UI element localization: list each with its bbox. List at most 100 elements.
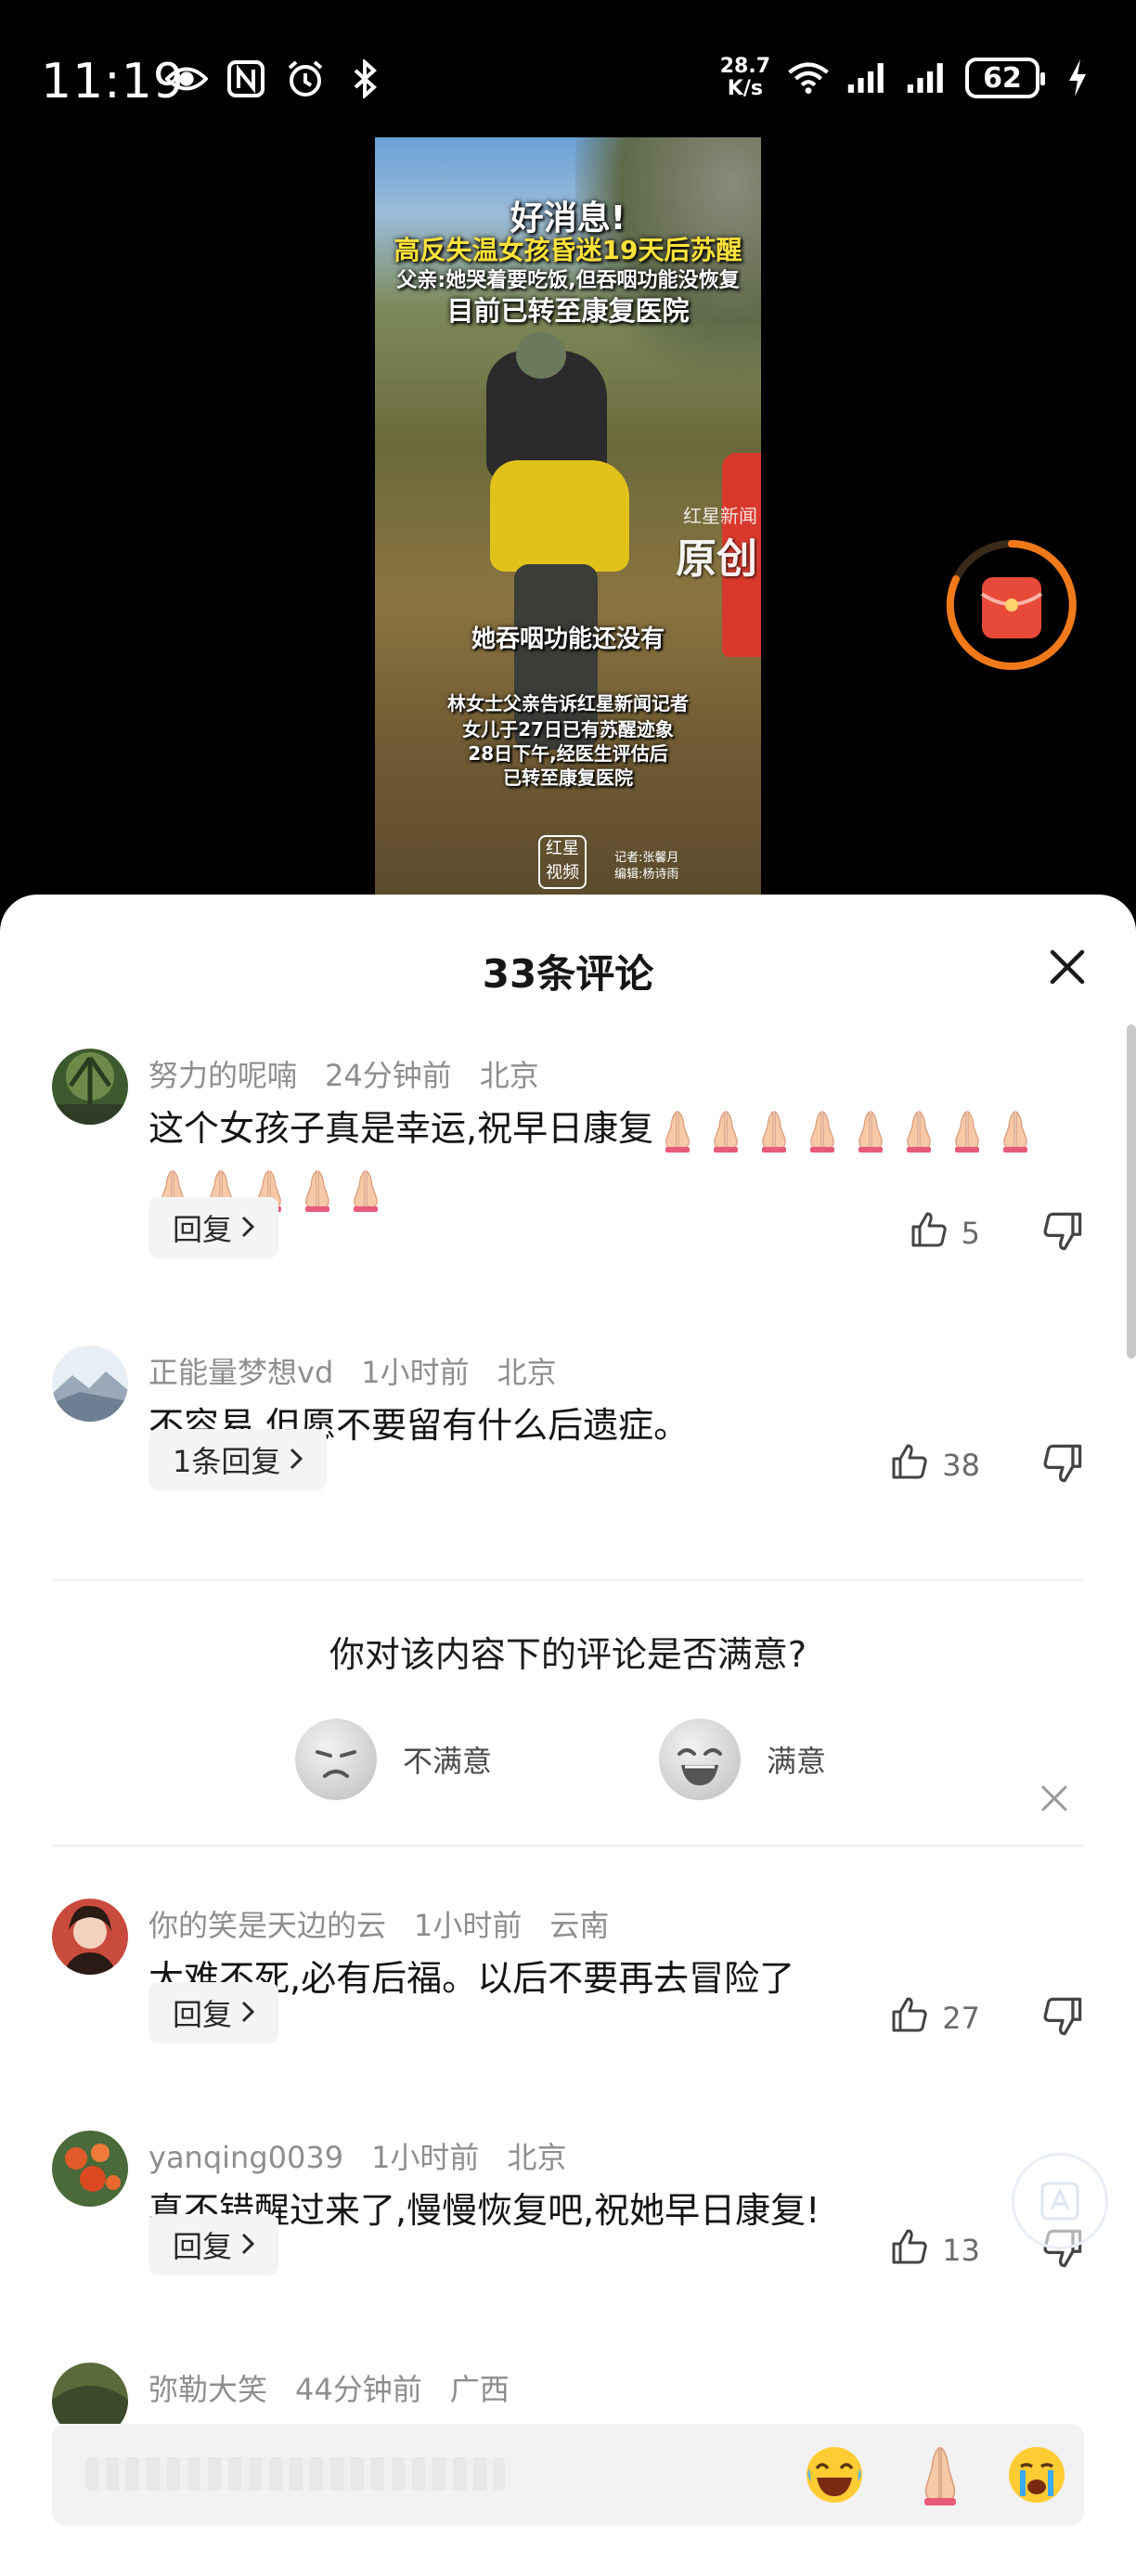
video-figure-pants bbox=[490, 460, 629, 572]
thumbs-down-icon[interactable] bbox=[1041, 1995, 1084, 2038]
pray-emoji-icon bbox=[944, 1108, 990, 1154]
video-subtitle: 她吞咽功能还没有 bbox=[471, 625, 665, 653]
status-icons-left bbox=[165, 58, 386, 100]
pray-emoji-icon bbox=[703, 1108, 749, 1154]
satisfied-face-icon bbox=[659, 1719, 741, 1800]
thumbs-up-icon bbox=[910, 1210, 949, 1256]
comment-username[interactable]: yanqing0039 bbox=[148, 2140, 343, 2175]
video-caption-2: 女儿于27日已有苏醒迹象 bbox=[462, 718, 674, 741]
reply-button[interactable]: 回复 bbox=[148, 1197, 279, 1258]
reply-label: 回复 bbox=[173, 2229, 233, 2264]
reply-button[interactable]: 回复 bbox=[148, 2214, 279, 2275]
avatar[interactable] bbox=[52, 1346, 128, 1422]
signal-icon-2 bbox=[906, 57, 949, 99]
divider bbox=[52, 1579, 1084, 1581]
comment-username[interactable]: 正能量梦想vd bbox=[148, 1355, 333, 1390]
like-button[interactable]: 38 bbox=[890, 1442, 980, 1488]
thumbs-up-icon bbox=[890, 1995, 929, 2041]
pray-emoji-icon bbox=[294, 1167, 341, 1214]
video-watermark-brand: 红星新闻 bbox=[683, 505, 757, 527]
comment-input-bar[interactable] bbox=[52, 2424, 1084, 2526]
like-count: 38 bbox=[942, 1448, 980, 1483]
charging-icon bbox=[1056, 57, 1099, 99]
status-icons-right: 28.7 K/s 62 bbox=[720, 56, 1099, 100]
survey-option-satisfied[interactable]: 满意 bbox=[659, 1719, 826, 1800]
avatar[interactable] bbox=[52, 1049, 128, 1125]
comment-location: 云南 bbox=[549, 1908, 610, 1943]
video-caption-4: 已转至康复医院 bbox=[503, 766, 633, 789]
avatar[interactable] bbox=[52, 2131, 128, 2207]
reply-button[interactable]: 回复 bbox=[148, 1982, 279, 2043]
scrollbar[interactable] bbox=[1127, 1024, 1136, 1359]
red-packet-timer-button[interactable] bbox=[943, 536, 1080, 674]
comment-time: 1小时前 bbox=[361, 1355, 470, 1390]
like-count: 13 bbox=[942, 2233, 980, 2268]
laughing-emoji-icon[interactable] bbox=[800, 2441, 869, 2509]
comment-meta: 正能量梦想vd 1小时前 北京 bbox=[148, 1349, 585, 1392]
translate-float-button[interactable] bbox=[1012, 2153, 1108, 2249]
comment-item: 弥勒大笑 44分钟前 广西 bbox=[0, 2363, 1136, 2424]
thumbs-down-icon[interactable] bbox=[1041, 1442, 1084, 1485]
wifi-icon bbox=[787, 57, 830, 99]
close-survey-icon[interactable] bbox=[1038, 1782, 1071, 1815]
video-player[interactable]: 好消息! 高反失温女孩昏迷19天后苏醒 父亲:她哭着要吃饭,但吞咽功能没恢复 目… bbox=[375, 137, 761, 908]
eye-icon bbox=[165, 58, 208, 100]
comment-time: 1小时前 bbox=[371, 2140, 480, 2175]
thumbs-up-icon bbox=[890, 1442, 929, 1488]
comments-title: 33条评论 bbox=[482, 951, 654, 997]
pray-emoji-icon bbox=[896, 1108, 942, 1154]
divider bbox=[52, 1845, 1084, 1847]
survey-option-satisfied-label: 满意 bbox=[767, 1744, 827, 1779]
comment-username[interactable]: 努力的呢喃 bbox=[148, 1058, 297, 1093]
chevron-right-icon bbox=[241, 2227, 255, 2262]
comment-text-body: 这个女孩子真是幸运,祝早日康复 bbox=[148, 1108, 654, 1149]
chevron-right-icon bbox=[241, 1995, 255, 2030]
video-caption-3: 28日下午,经医生评估后 bbox=[468, 742, 668, 765]
pray-emoji-icon bbox=[799, 1108, 846, 1154]
pray-emoji-icon bbox=[654, 1108, 701, 1154]
battery-indicator: 62 bbox=[965, 58, 1045, 98]
avatar[interactable] bbox=[52, 2363, 128, 2424]
reply-label: 回复 bbox=[173, 1997, 233, 2032]
video-headline-2: 高反失温女孩昏迷19天后苏醒 bbox=[394, 235, 742, 265]
pray-emoji-icon bbox=[342, 1167, 389, 1214]
net-speed: 28.7 K/s bbox=[720, 56, 770, 100]
comment-time: 24分钟前 bbox=[325, 1058, 452, 1093]
chevron-right-icon bbox=[290, 1442, 303, 1477]
comment-time: 44分钟前 bbox=[295, 2372, 422, 2407]
comment-text: 这个女孩子真是幸运,祝早日康复 bbox=[148, 1099, 1067, 1217]
avatar[interactable] bbox=[52, 1899, 128, 1975]
like-button[interactable]: 5 bbox=[910, 1210, 980, 1256]
comment-location: 广西 bbox=[449, 2372, 510, 2407]
crying-emoji-icon[interactable] bbox=[1002, 2441, 1071, 2509]
survey-option-unsatisfied[interactable]: 不满意 bbox=[295, 1719, 492, 1800]
net-speed-unit: K/s bbox=[727, 77, 763, 100]
comments-sheet: 33条评论 努力的呢喃 24分钟前 北京 这个女孩子真是幸运,祝早日康复 回复 5 … bbox=[0, 895, 1136, 2576]
like-button[interactable]: 13 bbox=[890, 2227, 980, 2273]
video-watermark: 原创 bbox=[676, 535, 757, 583]
comment-input-placeholder[interactable] bbox=[85, 2457, 505, 2491]
thumbs-down-icon[interactable] bbox=[1041, 1210, 1084, 1253]
pray-emoji-icon bbox=[751, 1108, 797, 1154]
pray-emoji-icon bbox=[992, 1108, 1039, 1154]
comment-username[interactable]: 你的笑是天边的云 bbox=[148, 1908, 386, 1943]
nfc-icon bbox=[225, 58, 267, 100]
status-time: 11:19 bbox=[41, 54, 185, 109]
comment-time: 1小时前 bbox=[414, 1908, 523, 1943]
red-packet-icon bbox=[946, 540, 1077, 670]
close-icon[interactable] bbox=[1047, 947, 1088, 987]
like-count: 27 bbox=[942, 2001, 980, 2036]
comment-location: 北京 bbox=[497, 1355, 557, 1390]
reply-button[interactable]: 1条回复 bbox=[148, 1429, 328, 1490]
video-headline-4: 目前已转至康复医院 bbox=[446, 295, 690, 327]
reply-label: 1条回复 bbox=[173, 1444, 281, 1479]
translate-icon bbox=[1040, 2182, 1079, 2221]
comment-username[interactable]: 弥勒大笑 bbox=[148, 2372, 267, 2407]
comment-meta: 你的笑是天边的云 1小时前 云南 bbox=[148, 1902, 637, 1945]
reply-label: 回复 bbox=[173, 1212, 233, 1247]
comment-meta: yanqing0039 1小时前 北京 bbox=[148, 2134, 594, 2177]
unsatisfied-face-icon bbox=[295, 1719, 377, 1800]
like-button[interactable]: 27 bbox=[890, 1995, 980, 2041]
comment-location: 北京 bbox=[479, 1058, 539, 1093]
pray-emoji-icon[interactable] bbox=[906, 2441, 975, 2509]
